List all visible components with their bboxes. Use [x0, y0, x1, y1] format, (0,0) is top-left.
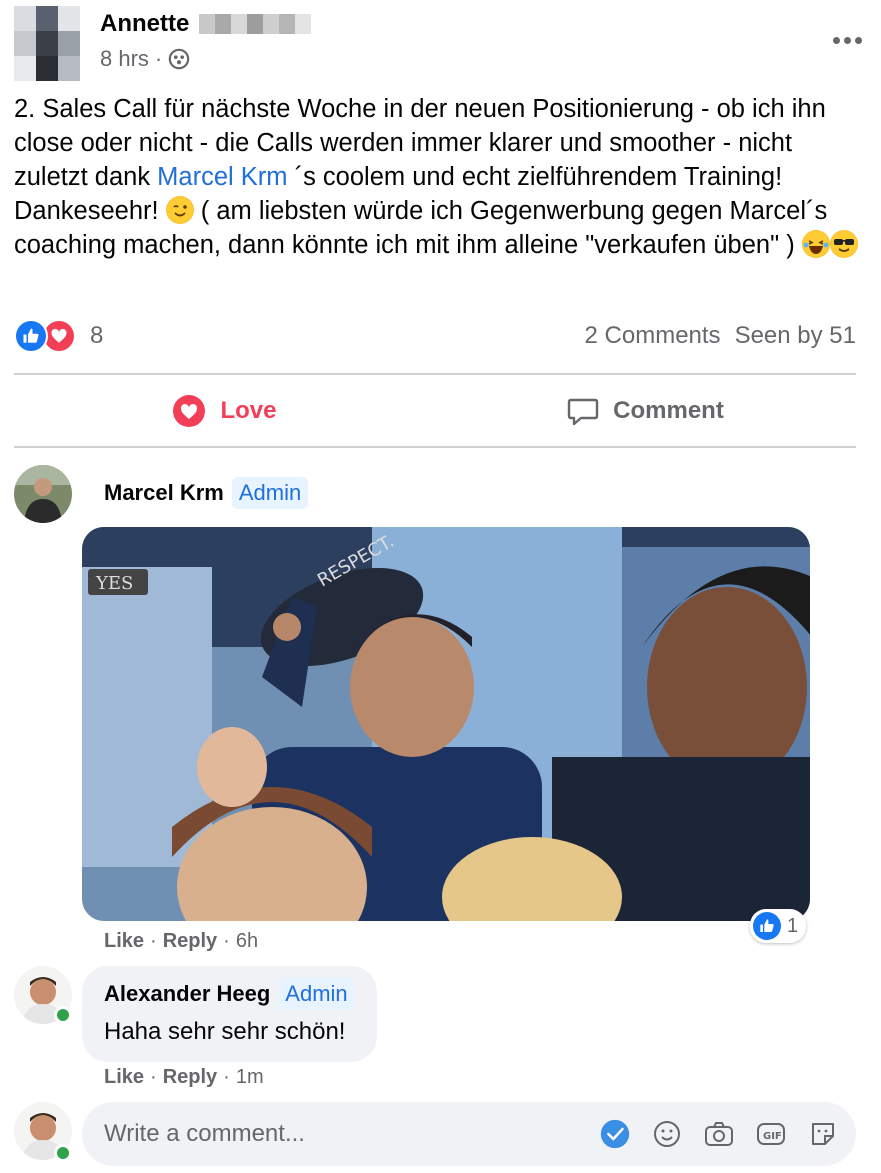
comment-time[interactable]: 6h [236, 930, 258, 953]
author-name-line: Annette [100, 10, 312, 38]
like-icon [14, 319, 48, 353]
gif-icon[interactable]: GIF [756, 1119, 786, 1149]
comment-like-number: 1 [787, 914, 799, 937]
wink-emoji-icon [165, 196, 194, 224]
reactions-row: 8 2 Comments Seen by 51 [14, 314, 856, 358]
comment: Marcel Krm Admin YES RESPECT. 1 Like · R… [14, 465, 856, 965]
checkmark-icon[interactable] [600, 1119, 630, 1149]
comment-reply-button[interactable]: Reply [163, 1066, 217, 1089]
comment-input[interactable]: Write a comment... GIF [82, 1102, 856, 1166]
love-icon [173, 395, 206, 427]
post-actions: Love Comment [14, 378, 856, 444]
comment-composer: Write a comment... GIF [14, 1102, 856, 1166]
comments-count-link[interactable]: 2 Comments [585, 322, 721, 350]
action-separator: · [223, 930, 230, 952]
post-time[interactable]: 8 hrs [100, 46, 149, 72]
action-separator: · [150, 930, 157, 952]
post-meta: 8 hrs · [100, 46, 190, 72]
comment-actions: Like · Reply · 1m [104, 1066, 264, 1089]
reaction-count[interactable]: 8 [90, 322, 103, 350]
comment-label: Comment [613, 397, 724, 424]
laughing-emoji-icon [801, 230, 830, 258]
group-audience-icon[interactable] [168, 48, 190, 70]
comment: Alexander Heeg Admin Haha sehr sehr schö… [14, 966, 856, 1090]
like-icon [753, 912, 781, 940]
emoji-icon[interactable] [652, 1119, 682, 1149]
comment-author[interactable]: Alexander Heeg [104, 981, 270, 1007]
divider [14, 373, 856, 375]
seen-by-link[interactable]: Seen by 51 [735, 322, 856, 350]
svg-text:GIF: GIF [763, 1131, 782, 1142]
meta-separator: · [154, 46, 163, 71]
comment-like-button[interactable]: Like [104, 1066, 144, 1089]
gif-image[interactable]: YES RESPECT. [82, 527, 810, 921]
admin-badge: Admin [278, 978, 355, 1010]
sunglasses-emoji-icon [829, 230, 858, 258]
post-text: 2. Sales Call für nächste Woche in der n… [14, 92, 864, 262]
author-name[interactable]: Annette [100, 10, 189, 38]
love-label: Love [220, 397, 277, 424]
blurred-surname [199, 14, 312, 34]
more-options-button[interactable] [827, 22, 867, 58]
comment-button[interactable]: Comment [435, 378, 856, 444]
comment-time[interactable]: 1m [236, 1066, 264, 1089]
reaction-icons[interactable] [14, 319, 76, 353]
comment-like-button[interactable]: Like [104, 930, 144, 953]
online-status-dot [54, 1006, 72, 1024]
action-separator: · [223, 1066, 230, 1088]
comment-author-line: Alexander Heeg Admin [104, 978, 355, 1010]
author-avatar[interactable] [14, 6, 80, 82]
comment-input-placeholder: Write a comment... [104, 1120, 305, 1147]
sticker-icon[interactable] [808, 1119, 838, 1149]
comment-reply-button[interactable]: Reply [163, 930, 217, 953]
reaction-stats: 2 Comments Seen by 51 [585, 322, 856, 350]
comment-actions: Like · Reply · 6h [104, 930, 258, 953]
post-header: Annette 8 hrs · [14, 4, 867, 84]
admin-badge: Admin [231, 477, 309, 509]
divider [14, 446, 856, 448]
composer-icons: GIF [600, 1119, 856, 1149]
comment-like-count[interactable]: 1 [750, 909, 807, 943]
comment-icon [567, 398, 599, 426]
mention-link[interactable]: Marcel Krm [157, 163, 287, 191]
svg-text:YES: YES [95, 573, 133, 594]
online-status-dot [54, 1144, 72, 1162]
action-separator: · [150, 1066, 157, 1088]
comment-text: Haha sehr sehr schön! [104, 1018, 346, 1045]
camera-icon[interactable] [704, 1119, 734, 1149]
comment-author-line: Marcel Krm Admin [104, 477, 309, 509]
avatar[interactable] [14, 465, 72, 523]
comment-author[interactable]: Marcel Krm [104, 480, 224, 506]
comment-bubble: Alexander Heeg Admin Haha sehr sehr schö… [82, 966, 377, 1062]
love-button[interactable]: Love [14, 378, 435, 444]
